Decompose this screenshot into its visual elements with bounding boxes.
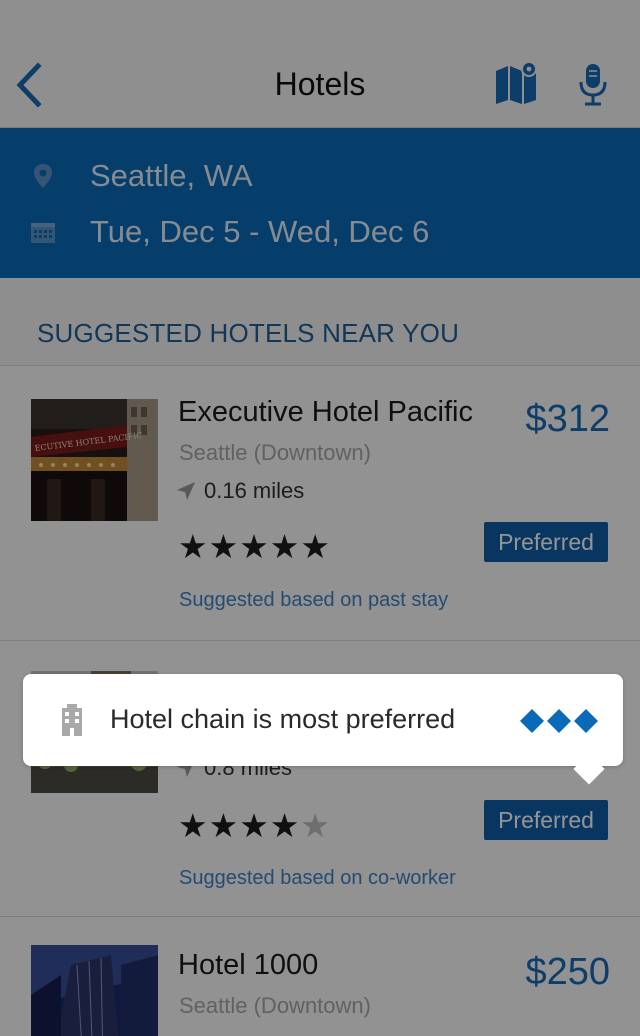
preference-diamond (520, 709, 544, 733)
modal-overlay[interactable] (0, 0, 640, 1036)
preference-diamond (574, 709, 598, 733)
building-icon (62, 704, 82, 736)
preference-tooltip[interactable]: Hotel chain is most preferred (23, 674, 623, 785)
tooltip-message: Hotel chain is most preferred (110, 704, 456, 734)
preference-diamond (547, 709, 571, 733)
preference-diamonds-icon (520, 709, 598, 733)
